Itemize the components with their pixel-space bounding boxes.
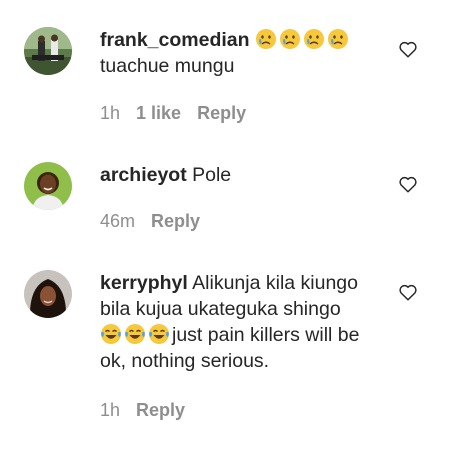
comment-meta: 1h 1 like Reply <box>100 102 262 124</box>
emoji-group <box>255 29 351 51</box>
avatar[interactable] <box>24 270 72 318</box>
comment-username[interactable]: kerryphyl <box>100 272 188 294</box>
reply-button[interactable]: Reply <box>197 103 246 123</box>
avatar[interactable] <box>24 27 72 75</box>
like-count[interactable]: 1 like <box>136 103 181 123</box>
crying-face-emoji <box>303 29 324 49</box>
emoji-group <box>100 324 172 346</box>
laughing-tears-emoji <box>149 324 169 344</box>
laughing-tears-emoji <box>125 324 145 344</box>
crying-face-emoji <box>279 29 300 49</box>
comment-meta: 1h Reply <box>100 399 201 421</box>
laughing-tears-emoji <box>101 324 121 344</box>
comments-list: frank_comedian tuachue mungu 1h 1 like Rep… <box>0 0 465 449</box>
comment-time: 1h <box>100 103 121 123</box>
comment-text: Pole <box>192 164 232 186</box>
comment-body: archieyot Pole <box>100 162 382 188</box>
like-heart-icon[interactable] <box>398 175 418 193</box>
comment-username[interactable]: frank_comedian <box>100 29 250 51</box>
comment-username[interactable]: archieyot <box>100 164 187 186</box>
crying-face-emoji <box>255 29 276 49</box>
like-heart-icon[interactable] <box>398 40 418 58</box>
avatar[interactable] <box>24 162 72 210</box>
comment-time: 1h <box>100 400 121 420</box>
comment-time: 46m <box>100 211 136 231</box>
reply-button[interactable]: Reply <box>151 211 200 231</box>
crying-face-emoji <box>327 29 348 49</box>
comment-body: kerryphyl Alikunja kila kiungo bila kuju… <box>100 270 382 374</box>
reply-button[interactable]: Reply <box>136 400 185 420</box>
comment-meta: 46m Reply <box>100 210 216 232</box>
like-heart-icon[interactable] <box>398 283 418 301</box>
comment-body: frank_comedian tuachue mungu <box>100 27 382 79</box>
comment-text: tuachue mungu <box>100 55 235 77</box>
